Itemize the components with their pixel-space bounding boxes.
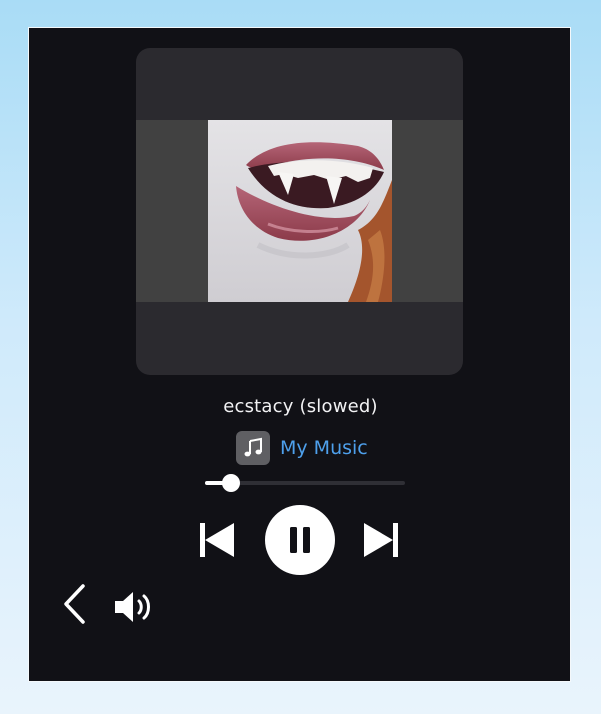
track-source[interactable]: My Music [236,431,368,465]
back-button[interactable] [61,583,87,625]
previous-button[interactable] [199,521,235,559]
album-art-card [136,48,463,375]
chevron-left-icon [64,584,85,624]
next-button[interactable] [363,521,399,559]
volume-button[interactable] [113,590,157,624]
track-title: ecstacy (slowed) [223,396,378,417]
pause-icon [290,527,310,553]
music-note-icon [236,431,270,465]
volume-icon [115,592,150,622]
music-player: ecstacy (slowed) My Music [28,27,571,682]
source-label[interactable]: My Music [280,437,368,459]
skip-previous-icon [200,523,234,557]
skip-next-icon [364,523,398,557]
seek-thumb[interactable] [222,474,240,492]
seek-slider[interactable] [205,474,405,492]
play-pause-button[interactable] [265,505,335,575]
album-art-image [208,120,392,302]
